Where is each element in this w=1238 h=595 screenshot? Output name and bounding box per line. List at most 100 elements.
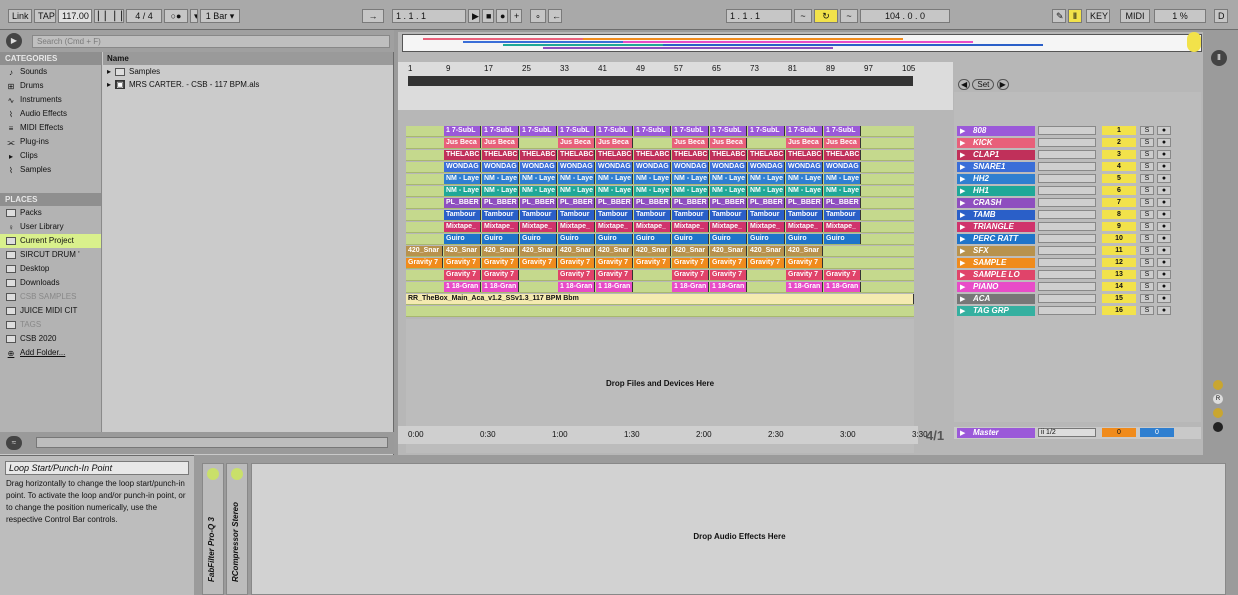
sidebar-item-tags[interactable]: TAGS (0, 318, 101, 332)
track-clip-box[interactable] (1038, 294, 1096, 303)
track-name[interactable]: HH2 (957, 174, 1035, 184)
clip[interactable]: Mixtape_ (558, 222, 595, 232)
add-folder-button[interactable]: ⊕ Add Folder... (0, 346, 101, 360)
arm-button[interactable]: ● (1157, 174, 1171, 183)
clip[interactable]: 1 18-Gran (596, 282, 633, 292)
master-track-header[interactable]: Master ▶ ii 1/2 0 0 (954, 427, 1201, 439)
clip[interactable]: NM - Laye (672, 174, 709, 184)
track-header[interactable]: KICK ▶ 2 S ● (954, 138, 1201, 149)
computer-midi-keyboard-icon[interactable]: Ⅱ (1068, 9, 1082, 23)
sidebar-item-audio-effects[interactable]: ⌇ Audio Effects (0, 107, 101, 121)
arm-button[interactable]: ● (1157, 282, 1171, 291)
key-map-button[interactable]: KEY (1086, 9, 1110, 23)
clip[interactable]: Gravity 7 (786, 270, 823, 280)
clip[interactable]: Jus Beca (558, 138, 595, 148)
clip[interactable]: Gravity 7 (748, 258, 785, 268)
solo-button[interactable]: S (1140, 294, 1154, 303)
clip[interactable]: Tambour (710, 210, 747, 220)
clip[interactable]: Gravity 7 (710, 258, 747, 268)
track-clip-box[interactable] (1038, 282, 1096, 291)
clip[interactable]: Jus Beca (482, 138, 519, 148)
clip[interactable]: THELABC (444, 150, 481, 160)
quantize-menu[interactable]: 1 Bar ▾ (200, 9, 240, 23)
master-output-select[interactable]: ii 1/2 (1038, 428, 1096, 437)
clip[interactable]: THELABC (672, 150, 709, 160)
clip[interactable]: THELABC (558, 150, 595, 160)
track-number[interactable]: 13 (1102, 270, 1136, 279)
clip[interactable]: NM - Laye (786, 186, 823, 196)
clip[interactable]: Tambour (444, 210, 481, 220)
track-clip-box[interactable] (1038, 126, 1096, 135)
clip[interactable]: PL_BBER (558, 198, 595, 208)
device-on-icon[interactable] (231, 468, 243, 480)
track-name[interactable]: SNARE1 (957, 162, 1035, 172)
loop-brace[interactable] (408, 76, 913, 86)
track-name[interactable]: HH1 (957, 186, 1035, 196)
sidebar-item-csb-2020[interactable]: CSB 2020 (0, 332, 101, 346)
play-icon[interactable]: ▶ (468, 9, 480, 23)
follow-button[interactable]: → (362, 9, 384, 23)
metronome-menu[interactable]: ▾ (190, 9, 198, 23)
track-play-icon[interactable]: ▶ (960, 295, 965, 303)
clip[interactable]: Gravity 7 (710, 270, 747, 280)
clip[interactable]: Tambour (824, 210, 861, 220)
track-name[interactable]: TAG GRP (957, 306, 1035, 316)
track-header[interactable]: TAG GRP ▶ 16 S ● (954, 306, 1201, 317)
clip[interactable]: NM - Laye (710, 174, 747, 184)
track-header[interactable]: SFX ▶ 11 S ● (954, 246, 1201, 257)
arm-button[interactable]: ● (1157, 210, 1171, 219)
track-header[interactable]: PIANO ▶ 14 S ● (954, 282, 1201, 293)
clip[interactable]: Gravity 7 (406, 258, 443, 268)
clip[interactable]: NM - Laye (482, 174, 519, 184)
clip[interactable]: Tambour (634, 210, 671, 220)
clip[interactable]: 420_Snar (406, 246, 443, 256)
track-play-icon[interactable]: ▶ (960, 259, 965, 267)
clip[interactable]: Guiro (482, 234, 519, 244)
clip[interactable]: PL_BBER (786, 198, 823, 208)
track-name[interactable]: TAMB (957, 210, 1035, 220)
solo-button[interactable]: S (1140, 246, 1154, 255)
clip[interactable]: 1 18-Gran (444, 282, 481, 292)
clip[interactable]: Gravity 7 (444, 258, 481, 268)
clip[interactable]: WONDAG (748, 162, 785, 172)
track-clip-box[interactable] (1038, 162, 1096, 171)
clip[interactable]: Gravity 7 (482, 258, 519, 268)
clip[interactable]: PL_BBER (672, 198, 709, 208)
track-play-icon[interactable]: ▶ (960, 307, 965, 315)
clip[interactable]: PL_BBER (710, 198, 747, 208)
sidebar-item-current-project[interactable]: Current Project (0, 234, 101, 248)
clip[interactable]: Gravity 7 (786, 258, 823, 268)
expand-arrow-icon[interactable]: ▸ (107, 78, 111, 91)
track-clip-box[interactable] (1038, 186, 1096, 195)
track-clip-box[interactable] (1038, 222, 1096, 231)
clip[interactable]: WONDAG (444, 162, 481, 172)
track-number[interactable]: 16 (1102, 306, 1136, 315)
clip[interactable]: WONDAG (482, 162, 519, 172)
sidebar-item-midi-effects[interactable]: ≡ MIDI Effects (0, 121, 101, 135)
clip[interactable]: 1 7-SubL (824, 126, 861, 136)
track-play-icon[interactable]: ▶ (960, 271, 965, 279)
solo-button[interactable]: S (1140, 306, 1154, 315)
tempo-field[interactable]: 117.00 (58, 9, 92, 23)
track-header[interactable]: TAMB ▶ 8 S ● (954, 210, 1201, 221)
track-header[interactable]: HH2 ▶ 5 S ● (954, 174, 1201, 185)
clip[interactable]: Guiro (596, 234, 633, 244)
clip[interactable]: Gravity 7 (596, 258, 633, 268)
clip[interactable]: Tambour (786, 210, 823, 220)
clip[interactable]: Mixtape_ (672, 222, 709, 232)
clip[interactable]: Mixtape_ (482, 222, 519, 232)
clip[interactable]: 420_Snar (710, 246, 747, 256)
track-clip-box[interactable] (1038, 210, 1096, 219)
clip[interactable]: Jus Beca (710, 138, 747, 148)
sidebar-item-csb-samples[interactable]: CSB SAMPLES (0, 290, 101, 304)
loop-start-field[interactable]: 1 . 1 . 1 (726, 9, 792, 23)
track-lane[interactable] (406, 306, 914, 317)
sidebar-item-drums[interactable]: ⊞ Drums (0, 79, 101, 93)
punch-in-icon[interactable]: ~ (794, 9, 812, 23)
track-header[interactable]: HH1 ▶ 6 S ● (954, 186, 1201, 197)
track-name[interactable]: KICK (957, 138, 1035, 148)
solo-button[interactable]: S (1140, 270, 1154, 279)
track-clip-box[interactable] (1038, 258, 1096, 267)
clip[interactable]: 1 7-SubL (520, 126, 557, 136)
solo-button[interactable]: S (1140, 198, 1154, 207)
